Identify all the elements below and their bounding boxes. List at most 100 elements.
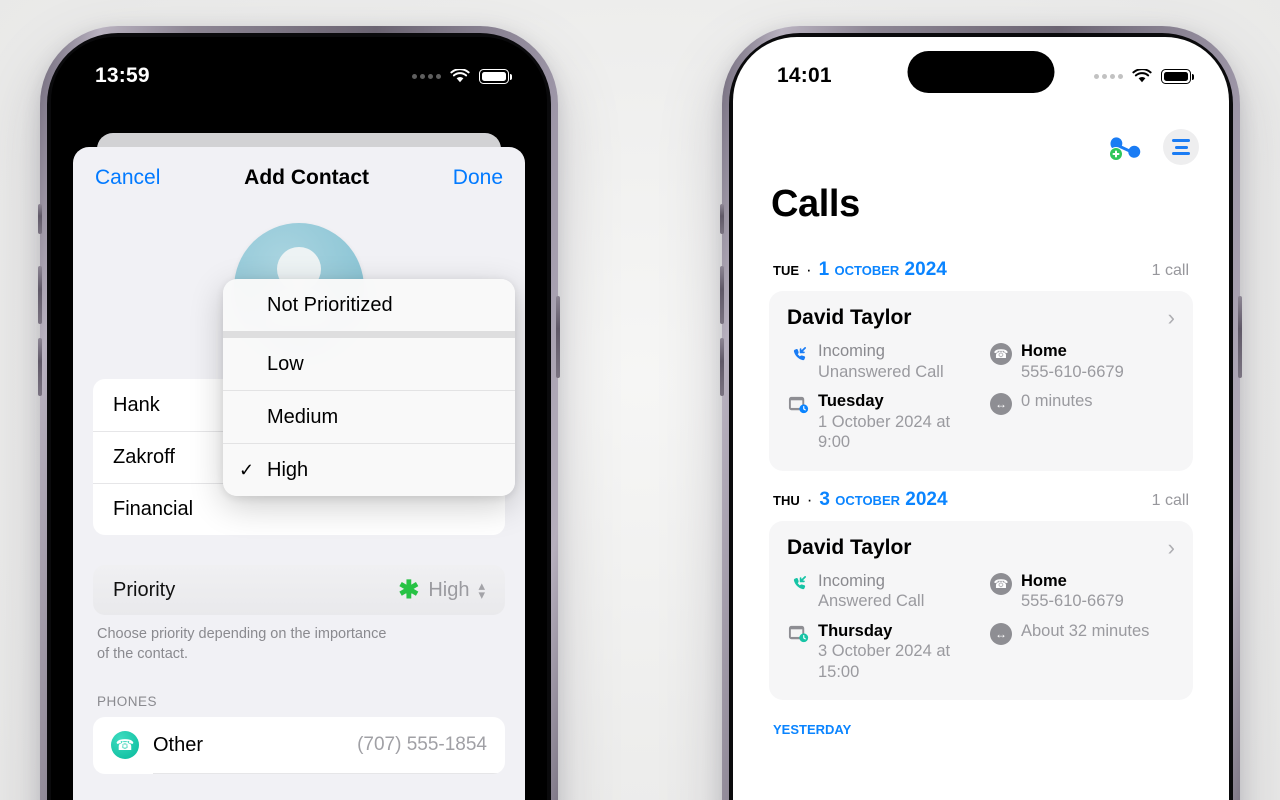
phone-handset-icon: ☎	[990, 343, 1012, 365]
call-datetime: 3 October 2024 at 15:00	[818, 642, 951, 681]
calls-list[interactable]: Tue · 1 October 2024 1 call David Taylor…	[733, 247, 1229, 800]
duration-arrows-icon: ↔	[990, 393, 1012, 416]
volume-down-button[interactable]	[38, 338, 42, 396]
menu-item-not-prioritized[interactable]: Not Prioritized	[223, 279, 515, 331]
divider	[153, 773, 505, 775]
phone-label: Home	[1021, 342, 1067, 360]
menu-item-medium[interactable]: Medium	[223, 391, 515, 443]
call-day-name: Tuesday	[818, 392, 884, 411]
priority-footnote: Choose priority depending on the importa…	[97, 626, 387, 662]
menu-item-label: Not Prioritized	[267, 293, 393, 316]
phones-section-label: PHONES	[97, 694, 158, 710]
day-of-week: Thu	[773, 488, 800, 510]
power-button[interactable]	[556, 296, 560, 378]
menu-item-high[interactable]: ✓ High	[223, 444, 515, 496]
duration-arrows-icon: ↔	[990, 622, 1012, 645]
call-card[interactable]: David Taylor ›	[769, 291, 1193, 471]
incoming-call-icon	[787, 343, 809, 365]
wifi-icon	[1132, 68, 1152, 82]
call-status: Answered Call	[818, 592, 925, 611]
wifi-icon	[450, 68, 470, 82]
chevron-up-down-icon: ▴ ▾	[478, 577, 485, 602]
separator: ·	[806, 260, 812, 279]
phones-group: ☎ Other (707) 555-1854	[93, 717, 505, 775]
status-time: 14:01	[777, 64, 832, 87]
chevron-right-icon[interactable]: ›	[1168, 535, 1175, 561]
call-duration-cell: ↔ 0 minutes	[990, 391, 1175, 453]
left-phone-screen: 13:59 Cancel Add Contact Done Hank Zakro…	[51, 37, 547, 800]
call-date-cell: Tuesday 1 October 2024 at 9:00	[787, 391, 972, 453]
priority-picker-menu[interactable]: Not Prioritized Low Medium ✓ High	[223, 279, 515, 496]
phone-number: 555-610-6679	[1021, 592, 1124, 611]
notch	[235, 49, 363, 79]
dynamic-island	[907, 51, 1055, 93]
call-count: 1 call	[1151, 262, 1189, 279]
add-call-icon[interactable]	[1107, 132, 1141, 162]
calls-app: 14:01 Calls tue · 1 october 2024 1 call …	[733, 37, 1229, 800]
priority-group: Priority ✱ High ▴ ▾	[93, 565, 505, 615]
call-direction-cell: Incoming Unanswered Call	[787, 341, 972, 382]
signal-dots-icon	[1094, 73, 1123, 79]
right-phone-device: 14:01 Calls tue · 1 october 2024 1 call …	[720, 26, 1242, 800]
incoming-call-icon	[787, 573, 809, 595]
call-day-name: Thursday	[818, 621, 893, 640]
call-duration: 0 minutes	[1021, 392, 1093, 411]
day-date: Yesterday	[773, 718, 852, 740]
silent-switch[interactable]	[720, 204, 724, 234]
priority-selected-value: High	[428, 578, 470, 601]
day-header: Thu · 3 October 2024 1 call	[773, 489, 1189, 511]
call-label-cell: ☎ Home 555-610-6679	[990, 571, 1175, 612]
call-date-cell: Thursday 3 October 2024 at 15:00	[787, 621, 972, 683]
volume-up-button[interactable]	[38, 266, 42, 324]
calls-toolbar	[1107, 129, 1199, 165]
power-button[interactable]	[1238, 296, 1242, 378]
phone-row[interactable]: ☎ Other (707) 555-1854	[93, 717, 505, 773]
call-status: Unanswered Call	[818, 362, 944, 381]
menu-item-low[interactable]: Low	[223, 338, 515, 390]
battery-icon	[1161, 68, 1194, 84]
menu-divider-thick	[223, 331, 515, 338]
day-date: 3 October 2024	[819, 488, 948, 510]
filter-icon[interactable]	[1163, 129, 1199, 165]
asterisk-icon: ✱	[398, 575, 420, 604]
phone-number: 555-610-6679	[1021, 362, 1124, 381]
cancel-button[interactable]: Cancel	[95, 166, 160, 190]
silent-switch[interactable]	[38, 204, 42, 234]
call-duration-cell: ↔ About 32 minutes	[990, 621, 1175, 683]
menu-item-label: Low	[267, 352, 304, 375]
left-phone-device: 13:59 Cancel Add Contact Done Hank Zakro…	[38, 26, 560, 800]
priority-label: Priority	[113, 578, 176, 601]
call-label-cell: ☎ Home 555-610-6679	[990, 341, 1175, 382]
status-time: 13:59	[95, 64, 150, 87]
call-direction-cell: Incoming Answered Call	[787, 571, 972, 612]
day-header: Yesterday	[773, 718, 1189, 740]
phone-number: (707) 555-1854	[357, 734, 487, 756]
call-direction: Incoming	[818, 571, 885, 590]
page-title: Calls	[771, 183, 860, 225]
day-date: 1 October 2024	[818, 259, 947, 280]
menu-item-label: Medium	[267, 405, 339, 428]
done-button[interactable]: Done	[453, 166, 503, 190]
chevron-right-icon[interactable]: ›	[1168, 305, 1175, 331]
phone-handset-icon: ☎	[990, 572, 1012, 595]
call-card[interactable]: David Taylor ›	[769, 520, 1193, 701]
volume-up-button[interactable]	[720, 266, 724, 324]
call-count: 1 call	[1151, 491, 1189, 509]
call-direction: Incoming	[818, 342, 885, 360]
checkmark-icon: ✓	[239, 459, 255, 480]
menu-item-label: High	[267, 458, 309, 481]
calendar-clock-icon	[787, 623, 809, 645]
phone-label: Other	[153, 733, 204, 756]
sheet-title: Add Contact	[244, 166, 369, 189]
right-phone-screen: 14:01 Calls tue · 1 october 2024 1 call …	[733, 37, 1229, 800]
sheet-navigation-bar: Cancel Add Contact Done	[73, 147, 525, 209]
day-of-week: Tue	[773, 259, 799, 280]
dual-phone-mockup-scene: 13:59 Cancel Add Contact Done Hank Zakro…	[0, 0, 1280, 800]
volume-down-button[interactable]	[720, 338, 724, 396]
priority-row[interactable]: Priority ✱ High ▴ ▾	[93, 565, 505, 615]
separator: ·	[806, 489, 813, 509]
call-datetime: 1 October 2024 at 9:00	[818, 412, 951, 452]
phone-icon: ☎	[111, 731, 139, 760]
priority-value-control[interactable]: ✱ High ▴ ▾	[398, 575, 485, 604]
battery-icon	[479, 68, 512, 84]
